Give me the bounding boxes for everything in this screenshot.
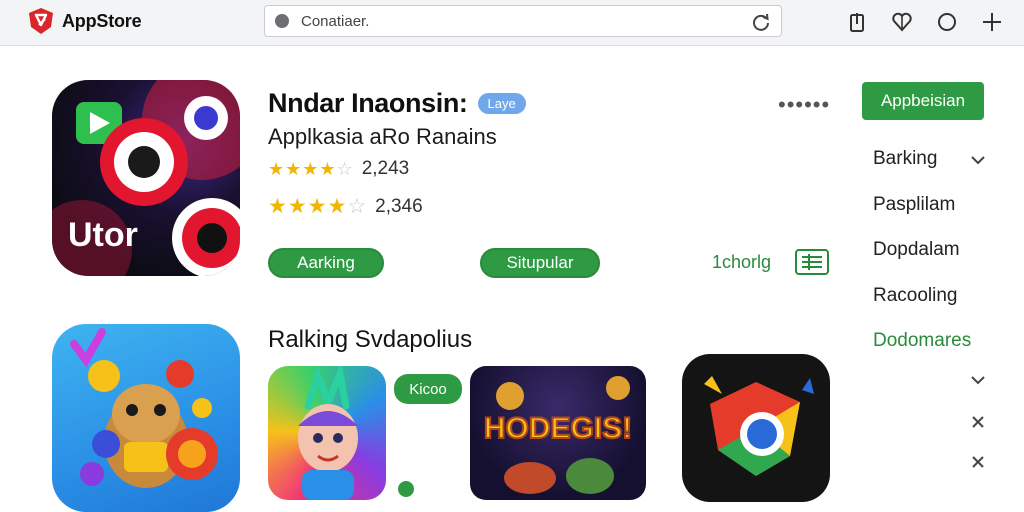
chevron-down-icon[interactable] [968, 370, 988, 390]
sidebar-item-dopdalam[interactable]: Dopdalam [873, 239, 960, 261]
rating-row: ★★★★☆ 2,346 [268, 194, 423, 219]
top-bar: AppStore [0, 0, 1024, 46]
account-icon[interactable] [935, 10, 959, 34]
rating-count: 2,243 [361, 158, 410, 179]
popular-button[interactable]: Situpular [480, 248, 600, 278]
add-icon[interactable] [980, 10, 1004, 34]
game-icon-hodegis[interactable]: HODEGIS! [470, 366, 646, 500]
status-badge: Laye [477, 93, 526, 114]
search-icon [275, 14, 289, 28]
tag-button[interactable]: Kicoo [394, 374, 462, 404]
app-title: Nndar Inaonsin: [268, 88, 468, 118]
appstore-logo-icon [29, 8, 53, 34]
sidebar-primary-button[interactable]: Appbeisian [862, 82, 984, 120]
close-icon[interactable] [968, 452, 988, 472]
sidebar-item-pasplilam[interactable]: Pasplilam [873, 194, 955, 216]
chart-link[interactable]: 1chorlg [712, 252, 771, 273]
brand[interactable]: AppStore [28, 7, 142, 35]
sidebar-item-barking[interactable]: Barking [873, 148, 937, 170]
app-icon-label: Utor [68, 216, 138, 254]
brand-name: AppStore [62, 10, 142, 31]
game-title-text: HODEGIS! [484, 412, 632, 445]
chevron-down-icon[interactable] [968, 150, 988, 170]
app-subtitle: Applkasia aRo Ranains [268, 124, 497, 149]
list-view-icon[interactable] [794, 248, 830, 276]
browser-app-icon[interactable] [682, 354, 830, 502]
more-options-icon[interactable]: •••••• [778, 92, 830, 118]
sidebar-item-racooling[interactable]: Racooling [873, 285, 958, 307]
app-icon[interactable]: Utor [52, 80, 240, 276]
star-rating-icon: ★★★★☆ [268, 195, 368, 218]
search-input[interactable] [301, 12, 721, 30]
sidebar-item-dodomares[interactable]: Dodomares [873, 330, 971, 352]
game-icon-bear[interactable] [52, 324, 240, 512]
small-status-icon [398, 481, 414, 497]
section-title: Ralking Svdapolius [268, 326, 473, 353]
ranking-button[interactable]: Aarking [268, 248, 384, 278]
close-icon[interactable] [968, 412, 988, 432]
share-icon[interactable] [845, 10, 869, 34]
app-title-row: Nndar Inaonsin: Laye [268, 88, 526, 119]
rating-count: 2,346 [375, 195, 423, 217]
search-bar[interactable] [264, 5, 782, 37]
rating-row: ★★★★☆ 2,243 [268, 158, 409, 180]
game-icon-character[interactable] [268, 366, 386, 500]
favorite-icon[interactable] [890, 10, 914, 34]
refresh-icon[interactable] [751, 12, 771, 32]
star-rating-icon: ★★★★☆ [268, 158, 354, 179]
